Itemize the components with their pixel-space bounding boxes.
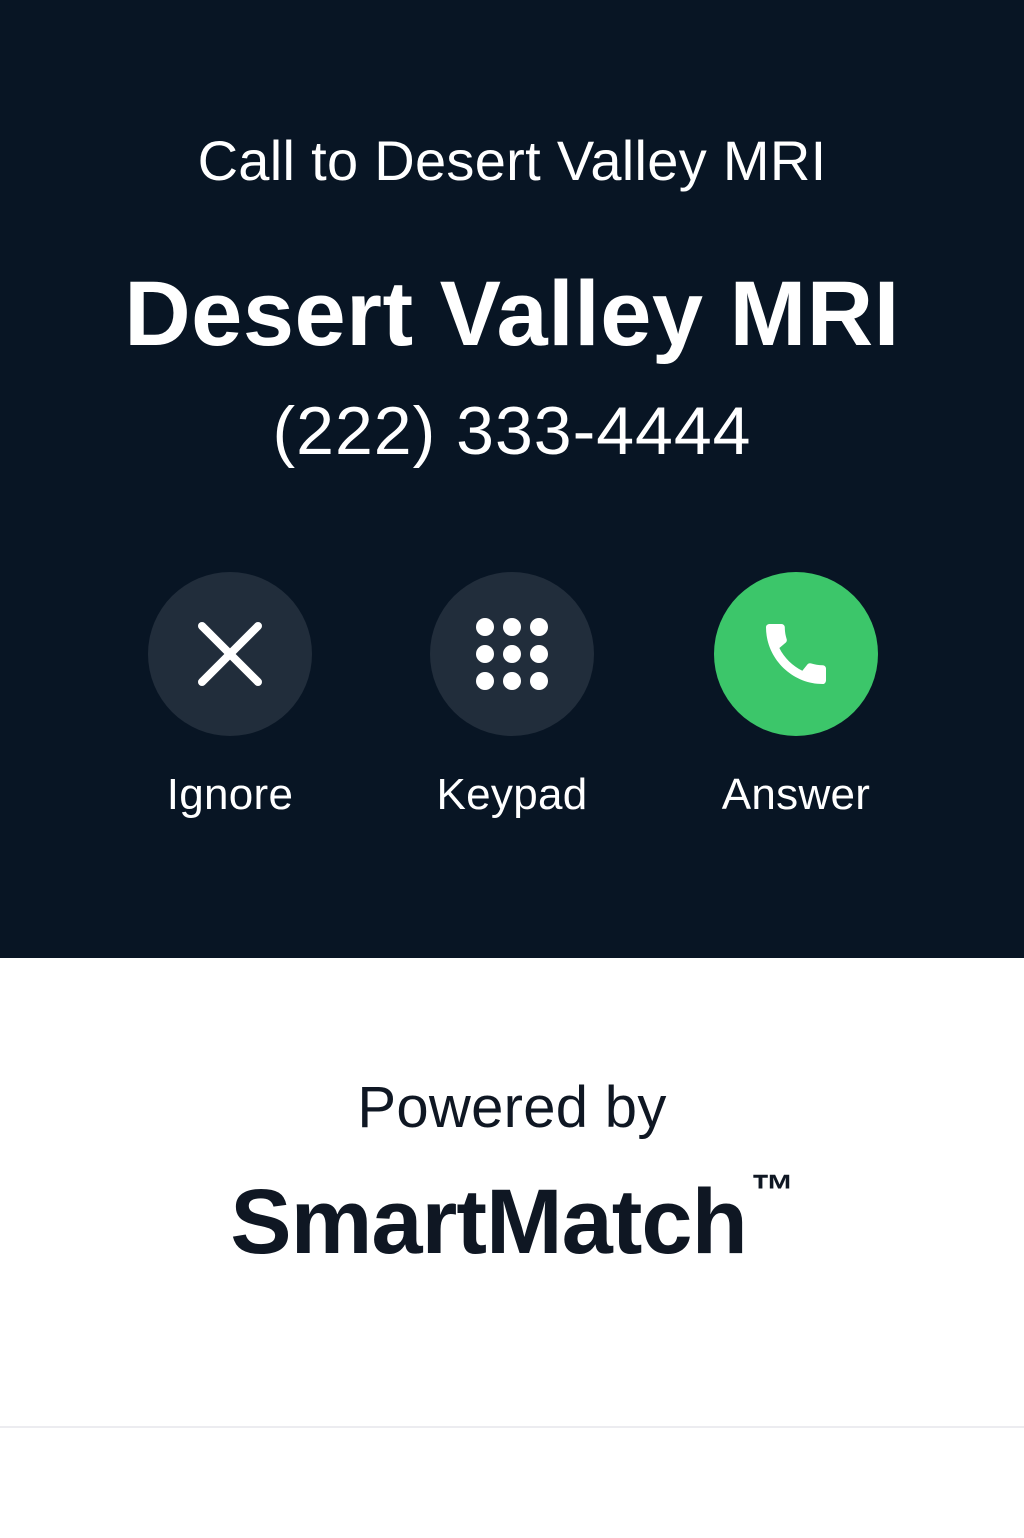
powered-by-text: Powered by <box>357 1075 667 1140</box>
ignore-action: Ignore <box>110 572 350 820</box>
bottom-strip <box>0 1426 1024 1538</box>
smartmatch-logo: SmartMatch™ <box>0 1166 1024 1275</box>
keypad-label: Keypad <box>436 770 588 819</box>
caller-number: (222) 333-4444 <box>272 393 752 469</box>
close-icon <box>198 622 262 686</box>
answer-label: Answer <box>721 770 871 819</box>
keypad-button[interactable] <box>430 572 594 736</box>
answer-action: Answer <box>676 572 916 820</box>
brand-name: SmartMatch <box>230 1171 748 1273</box>
answer-button[interactable] <box>714 572 878 736</box>
keypad-icon <box>476 618 548 690</box>
ignore-button[interactable] <box>148 572 312 736</box>
ignore-label: Ignore <box>166 770 294 819</box>
call-subtitle: Call to Desert Valley MRI <box>197 129 827 192</box>
phone-icon <box>766 624 826 684</box>
keypad-action: Keypad <box>392 572 632 820</box>
branding-panel: Powered by SmartMatch™ <box>0 958 1024 1426</box>
incoming-call-panel: Call to Desert Valley MRI Desert Valley … <box>0 0 1024 958</box>
trademark-symbol: ™ <box>750 1166 795 1215</box>
caller-name: Desert Valley MRI <box>124 263 900 365</box>
